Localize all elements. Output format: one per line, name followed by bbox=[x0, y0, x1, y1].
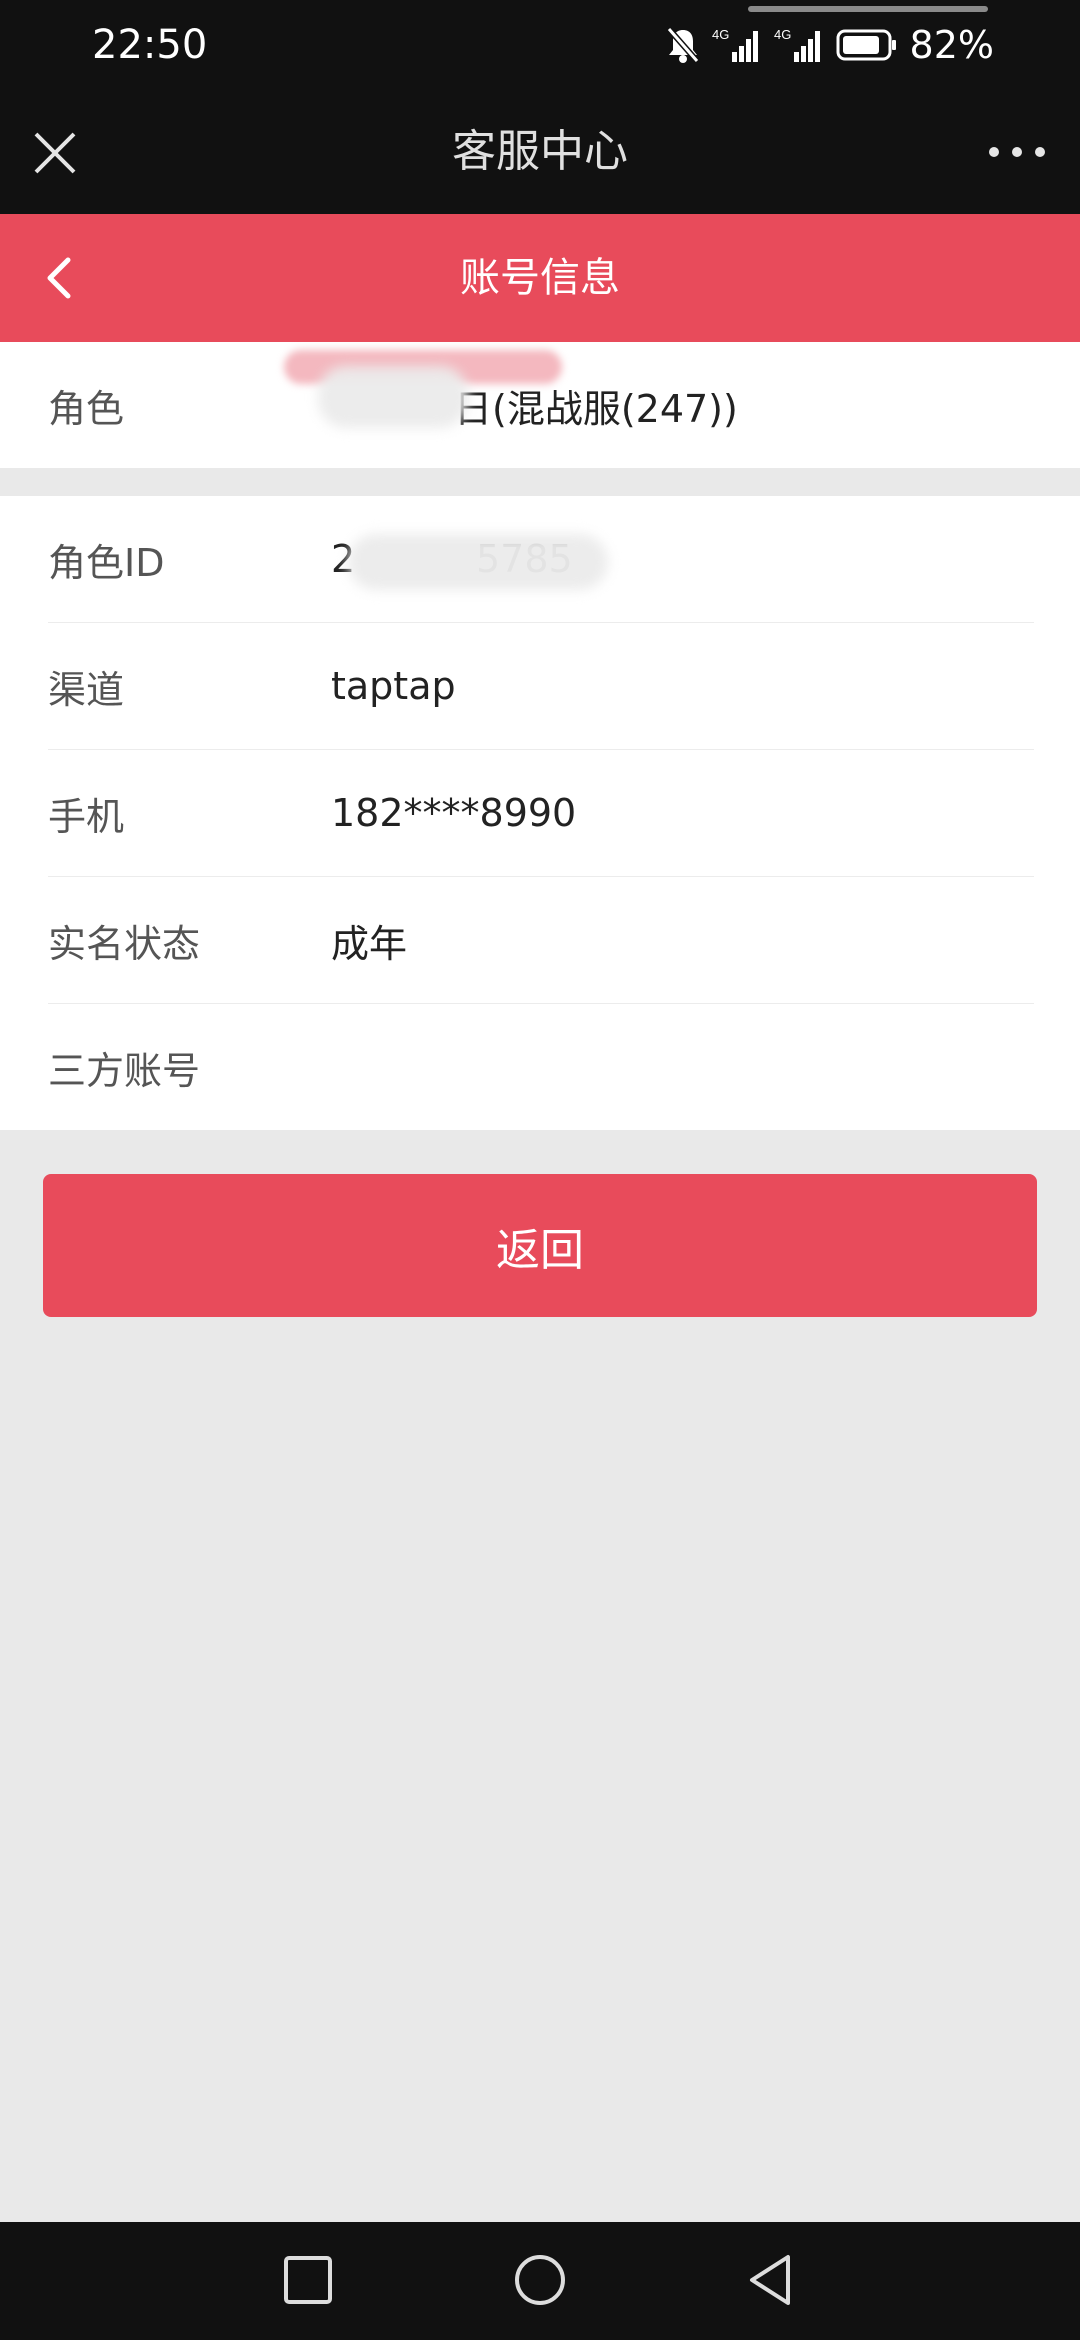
info-row-role-id: 角色ID 2 5785 bbox=[48, 496, 1034, 623]
info-row-phone: 手机 182****8990 bbox=[48, 750, 1034, 877]
signal-4g-icon: 4G bbox=[774, 27, 820, 62]
info-row-third-party-account: 三方账号 bbox=[48, 1004, 1034, 1131]
mute-bell-icon bbox=[666, 27, 699, 63]
page-header: 账号信息 bbox=[0, 214, 1080, 342]
row-label: 角色ID bbox=[48, 540, 165, 585]
redaction-mask bbox=[348, 534, 608, 590]
system-nav-bar bbox=[0, 2222, 1080, 2340]
status-bar: 22:50 4G 4G 82% bbox=[0, 0, 1080, 90]
account-details-card: 角色ID 2 5785 渠道 taptap 手机 182****8990 实名状… bbox=[0, 496, 1080, 1130]
battery-percent: 82% bbox=[909, 23, 994, 67]
row-label: 渠道 bbox=[48, 667, 125, 712]
svg-text:4G: 4G bbox=[774, 27, 791, 42]
circle-home-icon[interactable] bbox=[508, 2248, 572, 2312]
more-dots-icon[interactable] bbox=[984, 130, 1050, 174]
info-row-realname-status: 实名状态 成年 bbox=[48, 877, 1034, 1004]
square-recents-icon[interactable] bbox=[276, 2248, 340, 2312]
row-label: 三方账号 bbox=[48, 1049, 201, 1093]
status-pill-indicator bbox=[748, 6, 988, 12]
battery-icon bbox=[836, 29, 896, 61]
row-label: 角色 bbox=[48, 386, 125, 431]
redaction-mask bbox=[318, 366, 468, 428]
row-value: taptap bbox=[331, 664, 456, 708]
row-value: 成年 bbox=[331, 921, 408, 966]
app-header: 客服中心 bbox=[0, 90, 1080, 214]
return-button[interactable]: 返回 bbox=[43, 1174, 1037, 1317]
svg-text:4G: 4G bbox=[712, 27, 729, 42]
status-time: 22:50 bbox=[92, 22, 208, 68]
app-title: 客服中心 bbox=[452, 126, 628, 177]
role-card: 角色 日(混战服(247)) bbox=[0, 342, 1080, 468]
row-value: 182****8990 bbox=[331, 791, 577, 835]
page-title: 账号信息 bbox=[460, 255, 620, 301]
info-row-role: 角色 日(混战服(247)) bbox=[48, 342, 1034, 468]
row-label: 实名状态 bbox=[48, 921, 201, 966]
row-label: 手机 bbox=[48, 794, 125, 839]
signal-4g-icon: 4G bbox=[712, 27, 758, 62]
status-icons: 4G 4G 82% bbox=[666, 18, 994, 72]
info-row-channel: 渠道 taptap bbox=[48, 623, 1034, 750]
triangle-back-icon[interactable] bbox=[740, 2248, 804, 2312]
